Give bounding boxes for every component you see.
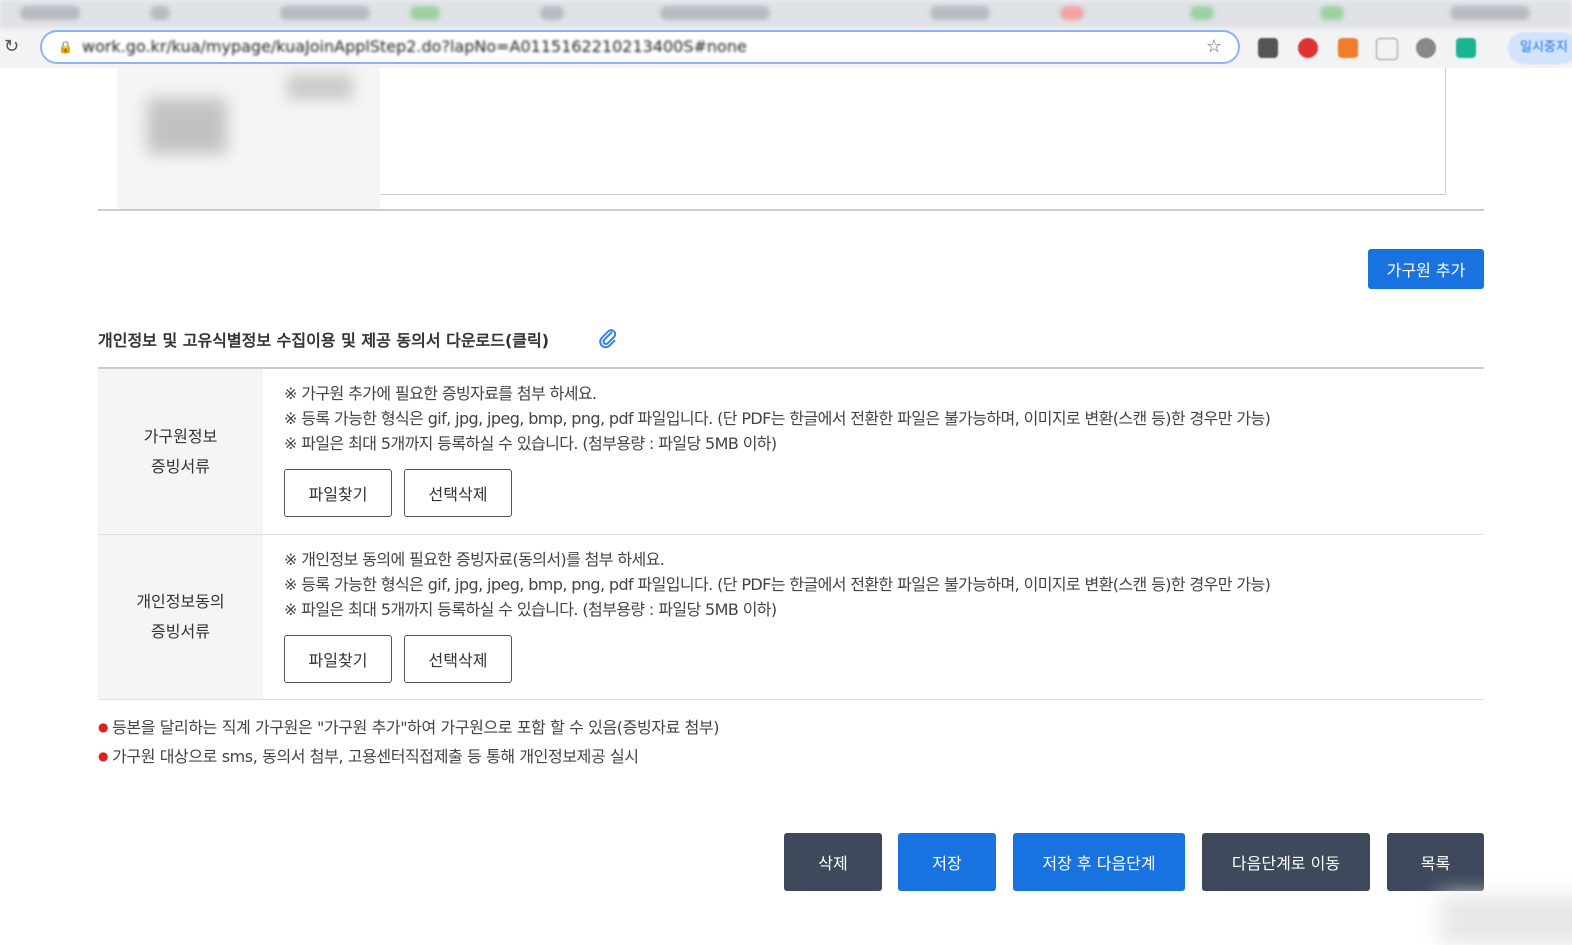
extension-icon[interactable]	[1258, 38, 1278, 58]
blurred-overlay	[1440, 895, 1572, 945]
lock-icon: 🔒	[58, 40, 73, 54]
row-header: 개인정보동의 증빙서류	[98, 535, 263, 699]
browser-chrome: ↻ 🔒 work.go.kr/kua/mypage/kuaJoinApplSte…	[0, 0, 1572, 68]
delete-selected-button[interactable]: 선택삭제	[404, 635, 512, 683]
member-table-cell	[380, 68, 1446, 195]
bullet-dot-icon: ●	[98, 749, 109, 763]
divider	[98, 209, 1484, 211]
bookmark-star-icon[interactable]: ☆	[1206, 36, 1222, 57]
info-bullet-list: ● 등본을 달리하는 직계 가구원은 "가구원 추가"하여 가구원으로 포함 할 …	[98, 713, 719, 771]
address-bar[interactable]: 🔒 work.go.kr/kua/mypage/kuaJoinApplStep2…	[40, 30, 1240, 64]
extension-icon[interactable]	[1298, 38, 1318, 58]
notice-text: ※ 파일은 최대 5개까지 등록하실 수 있습니다. (첨부용량 : 파일당 5…	[284, 600, 777, 619]
row-header-line: 개인정보동의	[136, 592, 225, 611]
row-header-line: 가구원정보	[143, 426, 218, 446]
notice-text: ※ 등록 가능한 형식은 gif, jpg, jpeg, bmp, png, p…	[284, 575, 1271, 594]
notice-text: ※ 등록 가능한 형식은 gif, jpg, jpeg, bmp, png, p…	[284, 409, 1271, 428]
row-header-line: 증빙서류	[151, 622, 210, 641]
notice-text: ※ 개인정보 동의에 필요한 증빙자료(동의서)를 첨부 하세요.	[284, 550, 665, 569]
profile-button[interactable]: 일시중지	[1508, 32, 1572, 64]
row-header-line: 증빙서류	[151, 456, 210, 476]
row-content: ※ 개인정보 동의에 필요한 증빙자료(동의서)를 첨부 하세요. ※ 등록 가…	[284, 547, 1464, 683]
extension-icon[interactable]	[1376, 38, 1398, 60]
extension-icon[interactable]	[1338, 38, 1358, 58]
add-household-member-button[interactable]: 가구원 추가	[1368, 249, 1484, 289]
save-button[interactable]: 저장	[898, 833, 996, 891]
paperclip-icon[interactable]	[598, 328, 618, 350]
consent-form-download-link[interactable]: 개인정보 및 고유식별정보 수집이용 및 제공 동의서 다운로드(클릭)	[98, 327, 549, 351]
reload-icon[interactable]: ↻	[4, 36, 19, 57]
row-content: ※ 가구원 추가에 필요한 증빙자료를 첨부 하세요. ※ 등록 가능한 형식은…	[284, 381, 1464, 517]
consent-evidence-row: 개인정보동의 증빙서류 ※ 개인정보 동의에 필요한 증빙자료(동의서)를 첨부…	[98, 535, 1484, 700]
extension-icon[interactable]	[1416, 38, 1436, 58]
list-button[interactable]: 목록	[1387, 833, 1484, 891]
notice-text: ※ 가구원 추가에 필요한 증빙자료를 첨부 하세요.	[284, 384, 597, 403]
go-next-step-button[interactable]: 다음단계로 이동	[1202, 833, 1370, 891]
find-file-button[interactable]: 파일찾기	[284, 469, 392, 517]
household-evidence-row: 가구원정보 증빙서류 ※ 가구원 추가에 필요한 증빙자료를 첨부 하세요. ※…	[98, 369, 1484, 535]
info-bullet: ● 등본을 달리하는 직계 가구원은 "가구원 추가"하여 가구원으로 포함 할 …	[98, 713, 719, 742]
delete-button[interactable]: 삭제	[784, 833, 882, 891]
browser-tab-strip	[0, 0, 1572, 28]
find-file-button[interactable]: 파일찾기	[284, 635, 392, 683]
member-table-header	[117, 68, 380, 210]
row-header: 가구원정보 증빙서류	[98, 369, 263, 534]
bullet-dot-icon: ●	[98, 720, 109, 734]
save-and-next-button[interactable]: 저장 후 다음단계	[1013, 833, 1185, 891]
notice-text: ※ 파일은 최대 5개까지 등록하실 수 있습니다. (첨부용량 : 파일당 5…	[284, 434, 777, 453]
url-text: work.go.kr/kua/mypage/kuaJoinApplStep2.d…	[82, 37, 747, 56]
delete-selected-button[interactable]: 선택삭제	[404, 469, 512, 517]
bullet-text: 등본을 달리하는 직계 가구원은 "가구원 추가"하여 가구원으로 포함 할 수…	[112, 718, 720, 737]
info-bullet: ● 가구원 대상으로 sms, 동의서 첨부, 고용센터직접제출 등 통해 개인정…	[98, 742, 719, 771]
bullet-text: 가구원 대상으로 sms, 동의서 첨부, 고용센터직접제출 등 통해 개인정보…	[112, 747, 639, 766]
extension-icon[interactable]	[1456, 38, 1476, 58]
